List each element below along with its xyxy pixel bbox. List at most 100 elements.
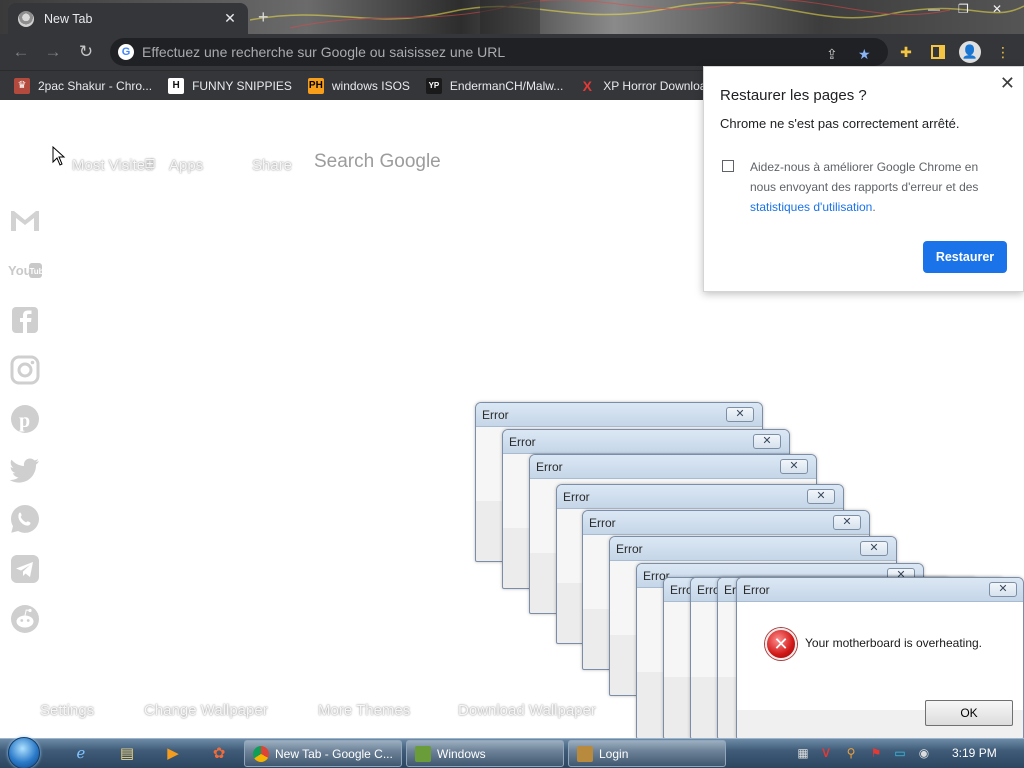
wallpaper-scribble-decoration bbox=[250, 0, 1024, 34]
settings-link[interactable]: Settings bbox=[40, 702, 94, 719]
tray-app-icon[interactable]: ▦ bbox=[795, 745, 811, 761]
window-close-icon[interactable]: ✕ bbox=[992, 2, 1002, 16]
usage-stats-link[interactable]: statistiques d'utilisation bbox=[750, 200, 872, 214]
download-wallpaper-link[interactable]: Download Wallpaper bbox=[458, 702, 596, 719]
bookmark-star-icon[interactable]: ★ bbox=[858, 46, 871, 63]
error-title: Error bbox=[563, 490, 590, 504]
search-google-label[interactable]: Search Google bbox=[314, 151, 441, 173]
error-titlebar[interactable]: Error ✕ bbox=[610, 537, 896, 561]
more-themes-link[interactable]: More Themes bbox=[318, 702, 410, 719]
browser-toolbar: ← → ↻ G ⇪ ★ ✚ 👤 ⋮ bbox=[0, 34, 1024, 70]
error-title: Error bbox=[536, 460, 563, 474]
new-tab-button[interactable]: + bbox=[258, 8, 269, 26]
crash-report-checkbox[interactable] bbox=[722, 160, 734, 172]
tab-strip: New Tab ✕ + — ❐ ✕ bbox=[0, 0, 1024, 34]
bookmark-label: FUNNY SNIPPIES bbox=[192, 78, 292, 93]
tab-close-icon[interactable]: ✕ bbox=[222, 10, 238, 27]
crash-report-period: . bbox=[872, 200, 876, 214]
taskbar-windows-window[interactable]: Windows bbox=[406, 740, 564, 767]
extensions-puzzle-icon[interactable]: ✚ bbox=[896, 42, 916, 62]
reddit-icon[interactable] bbox=[6, 602, 44, 636]
share-page-icon[interactable]: ⇪ bbox=[826, 46, 838, 63]
error-close-icon[interactable]: ✕ bbox=[860, 541, 888, 556]
error-title: Error bbox=[743, 583, 770, 597]
mouse-cursor-icon bbox=[52, 146, 66, 166]
kebab-menu-icon[interactable]: ⋮ bbox=[993, 42, 1013, 62]
omnibox[interactable]: G ⇪ ★ bbox=[110, 38, 888, 66]
error-message: Your motherboard is overheating. bbox=[805, 636, 982, 650]
bookmark-funny-snippies[interactable]: H FUNNY SNIPPIES bbox=[168, 77, 292, 94]
forward-arrow-icon[interactable]: → bbox=[42, 41, 64, 63]
error-titlebar[interactable]: Error ✕ bbox=[583, 511, 869, 535]
bookmark-favicon-icon: YP bbox=[425, 77, 442, 94]
tray-flag-icon[interactable]: ⚑ bbox=[868, 745, 884, 761]
youtube-icon[interactable]: YouTube bbox=[6, 253, 44, 287]
start-button[interactable] bbox=[4, 737, 44, 768]
dialog-message: Chrome ne s'est pas correctement arrêté. bbox=[720, 116, 960, 131]
profile-avatar-icon[interactable]: 👤 bbox=[959, 41, 981, 63]
bookmark-endermanch[interactable]: YP EndermanCH/Malw... bbox=[425, 77, 564, 94]
error-close-icon[interactable]: ✕ bbox=[833, 515, 861, 530]
error-title: Error bbox=[589, 516, 616, 530]
error-titlebar[interactable]: Error ✕ bbox=[530, 455, 816, 479]
crash-report-description: Aidez-nous à améliorer Google Chrome en … bbox=[750, 157, 1007, 217]
taskbar-clock[interactable]: 3:19 PM bbox=[952, 746, 997, 760]
media-player-icon[interactable]: ▶ bbox=[156, 740, 190, 766]
bookmark-windows-isos[interactable]: PH windows ISOS bbox=[307, 77, 410, 94]
change-wallpaper-link[interactable]: Change Wallpaper bbox=[144, 702, 268, 719]
file-explorer-icon[interactable]: ▤ bbox=[110, 740, 144, 766]
reload-icon[interactable]: ↻ bbox=[75, 41, 97, 63]
bookmark-favicon-icon: ♛ bbox=[14, 77, 30, 94]
twitter-icon[interactable] bbox=[6, 452, 44, 486]
dialog-close-icon[interactable]: ✕ bbox=[1000, 73, 1015, 94]
gmail-icon[interactable] bbox=[6, 203, 44, 237]
tray-volume-icon[interactable]: ◉ bbox=[916, 745, 932, 761]
restore-button[interactable]: Restaurer bbox=[923, 241, 1007, 273]
app-pinned-icon[interactable]: ✿ bbox=[202, 740, 236, 766]
svg-text:You: You bbox=[8, 263, 32, 278]
bookmark-favicon-icon: PH bbox=[307, 77, 324, 94]
error-titlebar[interactable]: Error ✕ bbox=[476, 403, 762, 427]
tab-new-tab[interactable]: New Tab ✕ bbox=[8, 3, 248, 34]
address-input[interactable] bbox=[142, 44, 802, 60]
tray-monitor-icon[interactable]: ▭ bbox=[892, 745, 908, 761]
minimize-icon[interactable]: — bbox=[928, 2, 940, 16]
apps-link[interactable]: Apps bbox=[169, 157, 203, 174]
error-window-front[interactable]: Error ✕ ✕ Your motherboard is overheating… bbox=[736, 577, 1024, 739]
back-arrow-icon[interactable]: ← bbox=[10, 41, 32, 63]
tray-search-icon[interactable]: ⚲ bbox=[843, 745, 859, 761]
bookmark-label: 2pac Shakur - Chro... bbox=[38, 78, 153, 93]
error-title: Error bbox=[509, 435, 536, 449]
sidebar-panel-icon[interactable] bbox=[928, 42, 948, 62]
error-close-icon[interactable]: ✕ bbox=[807, 489, 835, 504]
pinterest-icon[interactable]: p bbox=[6, 402, 44, 436]
apps-grid-icon: ⊞ bbox=[144, 155, 156, 171]
error-titlebar[interactable]: Error ✕ bbox=[557, 485, 843, 509]
taskbar-login-window[interactable]: Login bbox=[568, 740, 726, 767]
maximize-icon[interactable]: ❐ bbox=[958, 2, 969, 16]
bookmark-label: windows ISOS bbox=[331, 78, 410, 93]
error-close-icon[interactable]: ✕ bbox=[753, 434, 781, 449]
dialog-title: Restaurer les pages ? bbox=[720, 87, 867, 104]
bookmark-label: XP Horror Download bbox=[603, 78, 714, 93]
bookmark-label: EndermanCH/Malw... bbox=[449, 78, 564, 93]
error-footer: OK bbox=[737, 700, 1023, 738]
tray-v-icon[interactable]: V bbox=[818, 745, 834, 761]
share-link[interactable]: Share bbox=[252, 157, 292, 174]
bookmark-xp-horror[interactable]: X XP Horror Download bbox=[579, 78, 714, 94]
whatsapp-icon[interactable] bbox=[6, 502, 44, 536]
internet-explorer-icon[interactable]: ℯ bbox=[64, 740, 98, 766]
telegram-icon[interactable] bbox=[6, 552, 44, 586]
ok-button[interactable]: OK bbox=[925, 700, 1013, 726]
error-close-icon[interactable]: ✕ bbox=[726, 407, 754, 422]
error-close-icon[interactable]: ✕ bbox=[780, 459, 808, 474]
taskbar-chrome-window[interactable]: New Tab - Google C... bbox=[244, 740, 402, 767]
error-close-icon[interactable]: ✕ bbox=[989, 582, 1017, 597]
svg-text:p: p bbox=[19, 410, 30, 432]
most-visited-link[interactable]: Most Visited bbox=[72, 157, 153, 174]
error-titlebar[interactable]: Error ✕ bbox=[503, 430, 789, 454]
instagram-icon[interactable] bbox=[6, 353, 44, 387]
facebook-icon[interactable] bbox=[6, 303, 44, 337]
bookmark-2pac[interactable]: ♛ 2pac Shakur - Chro... bbox=[14, 77, 153, 94]
error-titlebar[interactable]: Error ✕ bbox=[737, 578, 1023, 602]
